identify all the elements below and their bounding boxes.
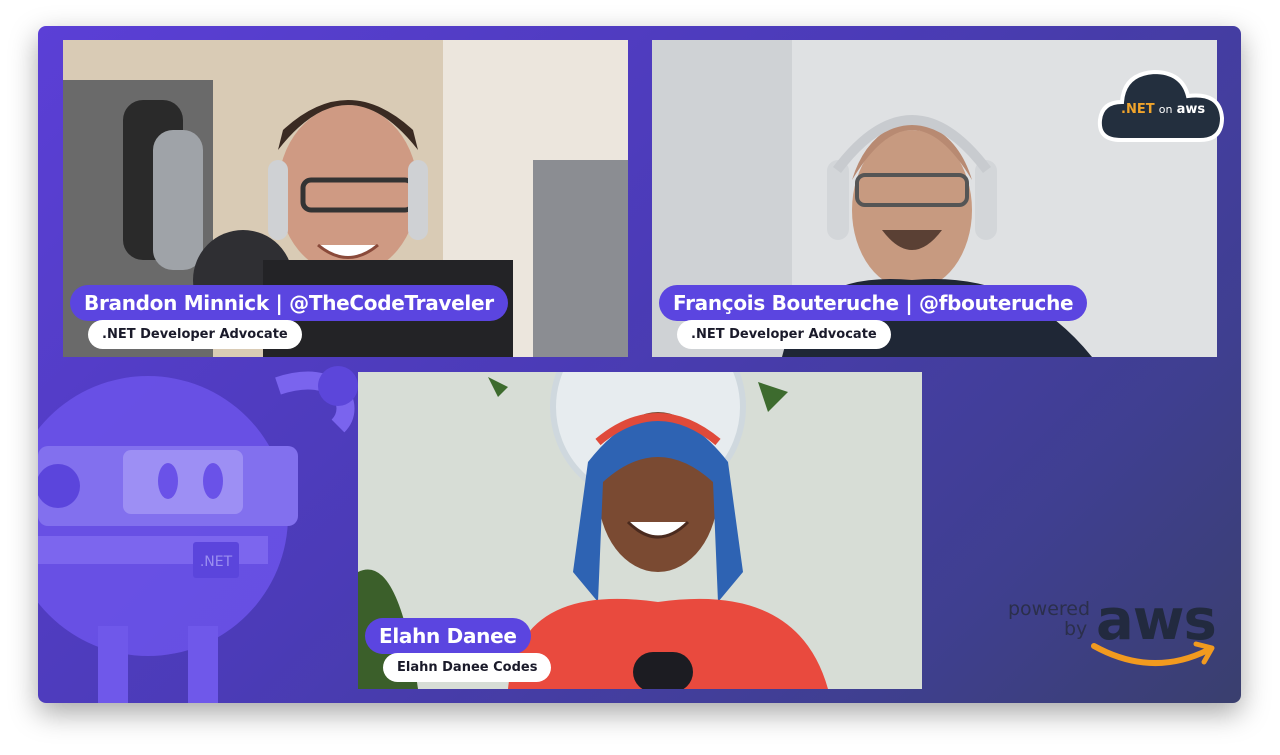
participant-role: .NET Developer Advocate: [88, 320, 302, 349]
mascot-badge: .NET: [200, 554, 233, 570]
powered-by-label: powered by: [1008, 599, 1090, 639]
powered-text: powered: [1008, 598, 1091, 620]
dotnet-mascot-illustration: .NET: [38, 366, 358, 703]
participant-name: François Bouteruche | @fbouteruche: [659, 285, 1088, 321]
video-tile-elahn[interactable]: Elahn Danee Elahn Danee Codes: [358, 372, 922, 689]
participant-name: Brandon Minnick | @TheCodeTraveler: [70, 285, 508, 321]
participant-name: Elahn Danee: [365, 618, 531, 654]
video-tile-brandon[interactable]: Brandon Minnick | @TheCodeTraveler .NET …: [63, 40, 628, 357]
cloud-logo-aws: aws: [1176, 102, 1206, 117]
cloud-logo-net: .NET: [1121, 102, 1155, 117]
by-text: by: [1064, 618, 1088, 640]
participant-role: .NET Developer Advocate: [677, 320, 891, 349]
cloud-logo-text: .NET on aws: [1121, 102, 1205, 117]
aws-smile-arrow-icon: [1091, 641, 1215, 666]
video-frame: .NET Brandon Minnick | @TheCodeTraveler …: [38, 26, 1241, 703]
participant-role: Elahn Danee Codes: [383, 653, 552, 682]
cloud-logo-on: on: [1158, 103, 1173, 116]
